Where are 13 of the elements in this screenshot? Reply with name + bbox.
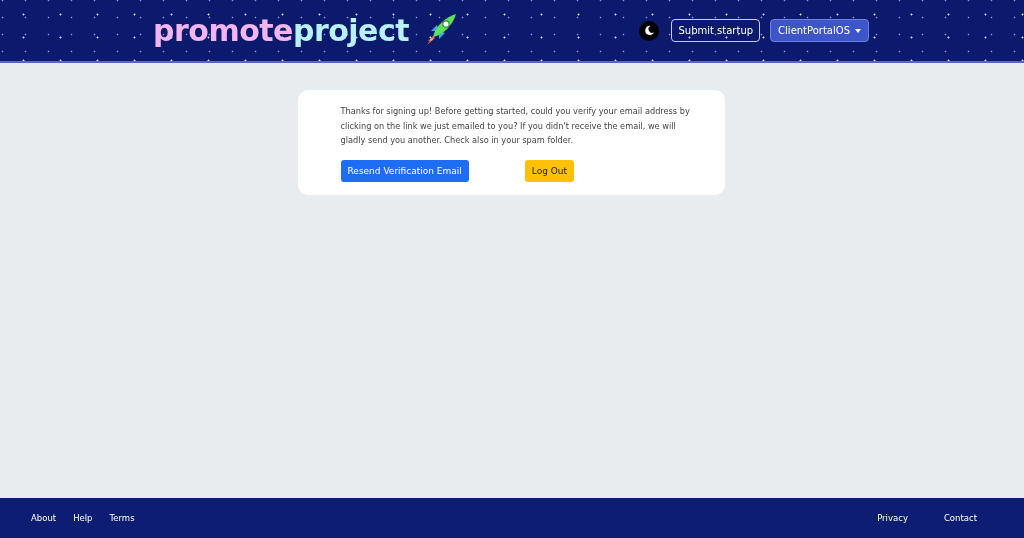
account-menu-button[interactable]: ClientPortalOS xyxy=(770,19,869,42)
verification-message: Thanks for signing up! Before getting started, could you verify your email address by clicking on the link we just emailed to you? If you didn't receive the email, we will gladly send you another. Check also in your spam folder. xyxy=(340,105,691,147)
moon-icon[interactable] xyxy=(639,20,660,41)
logo-text[interactable]: promoteproject xyxy=(153,15,410,46)
footer-link[interactable]: Help xyxy=(73,513,93,523)
caret-icon xyxy=(855,28,861,33)
footer-link[interactable]: Terms xyxy=(109,513,135,523)
resend-button[interactable]: Resend Verification Email xyxy=(340,159,469,182)
logout-button[interactable]: Log Out xyxy=(524,159,575,182)
footer-link[interactable]: Privacy xyxy=(877,513,908,523)
submit-startup-button[interactable]: Submit startup xyxy=(671,19,761,42)
footer-link[interactable]: About xyxy=(31,513,57,523)
footer-link[interactable]: Contact xyxy=(943,513,977,523)
